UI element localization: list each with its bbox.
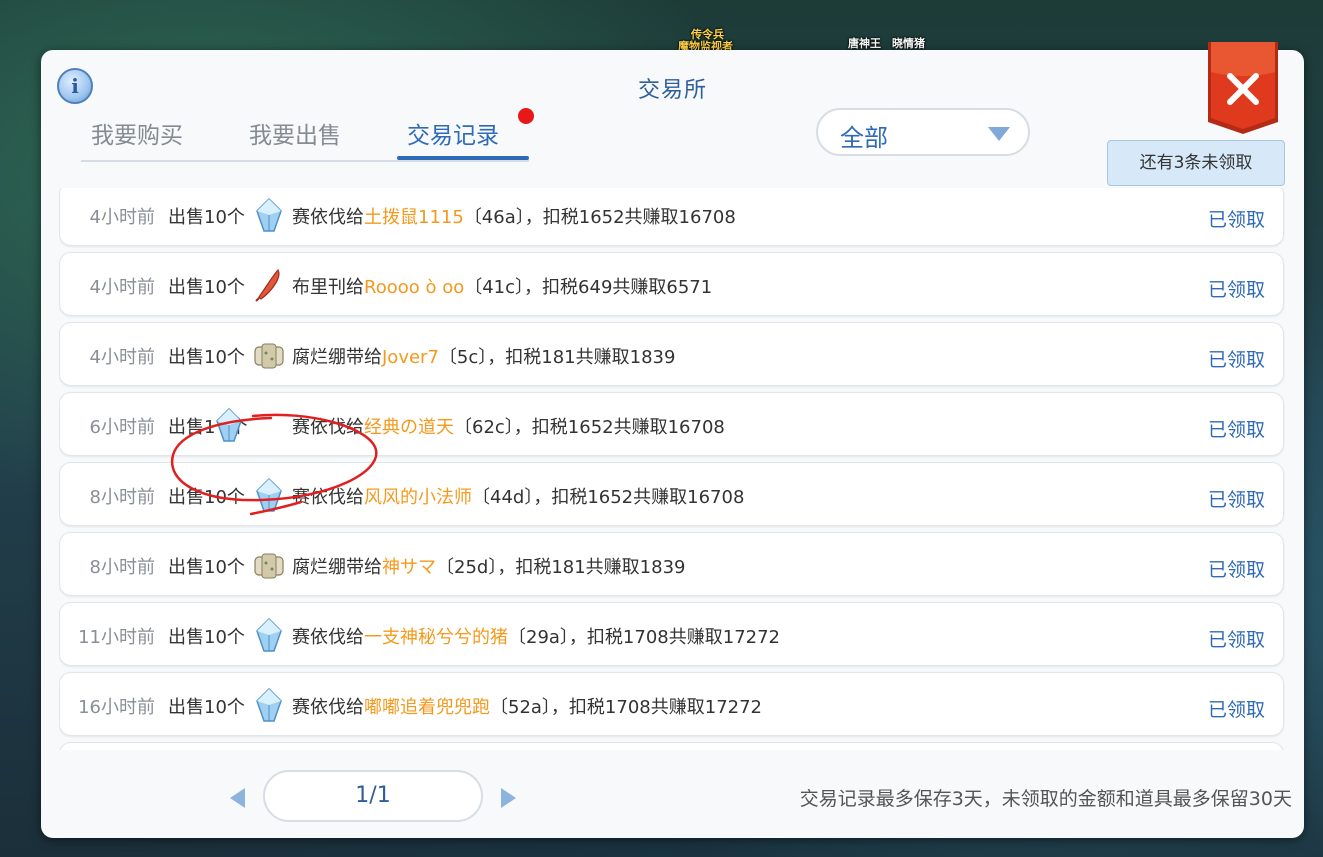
claimed-status: 已领取 [1207,559,1265,581]
tab-buy[interactable]: 我要购买 [91,116,183,150]
record-description: 腐烂绷带给神サマ〔25d〕，扣税181共赚取1839 [292,553,686,579]
claimed-status: 已领取 [1207,279,1265,301]
record-detail: 〔25d〕，扣税181共赚取1839 [436,557,686,578]
claimed-status: 已领取 [1207,699,1265,721]
trade-record-row: 4小时前 出售10个 腐烂绷带给Jover7〔5c〕，扣税181共赚取1839 … [59,322,1284,386]
record-detail: 〔29a〕，扣税1708共赚取17272 [508,627,781,648]
record-action: 出售10个 [168,557,245,578]
pagination: 1/1 交易记录最多保存3天，未领取的金额和道具最多保留30天 [41,756,1304,826]
trade-record-row: 8小时前 出售10个 腐烂绷带给神サマ〔25d〕，扣税181共赚取1839 已领… [59,532,1284,596]
record-detail: 〔46a〕，扣税1652共赚取16708 [463,207,736,228]
record-description: 赛依伐给经典の道天〔62c〕，扣税1652共赚取16708 [292,413,725,439]
record-description: 赛依伐给一支神秘兮兮的猪〔29a〕，扣税1708共赚取17272 [292,623,780,649]
trade-record-row-partial [59,742,1284,750]
claimed-status: 已领取 [1207,629,1265,651]
record-time: 16小时前 [78,697,155,718]
active-tab-indicator [397,156,529,160]
record-action: 出售10个 [168,347,245,368]
record-action: 出售10个 [168,207,245,228]
item-name: 腐烂绷带给 [292,557,382,578]
crystal-gem-icon [216,407,242,442]
buyer-name: 嘟嘟追着兜兜跑 [364,697,490,718]
claimed-status: 已领取 [1207,349,1265,371]
trade-record-row: 4小时前 出售10个 赛依伐给土拨鼠1115〔46a〕，扣税1652共赚取167… [59,188,1284,246]
trade-record-list[interactable]: 4小时前 出售10个 赛依伐给土拨鼠1115〔46a〕，扣税1652共赚取167… [59,188,1286,750]
crystal-gem-icon [256,617,282,652]
record-description: 赛依伐给风风的小法师〔44d〕，扣税1652共赚取16708 [292,483,744,509]
record-action: 出售10个 [168,487,245,508]
tab-bar: 我要购买 我要出售 交易记录 [81,108,534,162]
record-time: 4小时前 [89,207,155,228]
claimed-status: 已领取 [1207,419,1265,441]
prev-page-icon[interactable] [230,788,245,808]
tab-trade-records[interactable]: 交易记录 [407,116,499,150]
item-name: 布里刊给 [292,277,364,298]
buyer-name: 经典の道天 [364,417,454,438]
exchange-dialog: i 交易所 我要购买 我要出售 交易记录 全部 还有3条未领取 4小时前 出售1… [41,42,1304,838]
filter-selected-label: 全部 [840,124,888,152]
trade-record-row: 6小时前 出售1个 赛依伐给经典の道天〔62c〕，扣税1652共赚取16708 … [59,392,1284,456]
item-name: 赛依伐给 [292,487,364,508]
record-time: 11小时前 [78,627,155,648]
record-time: 8小时前 [89,557,155,578]
record-time: 8小时前 [89,487,155,508]
page-indicator: 1/1 [263,770,483,822]
next-page-icon[interactable] [501,788,516,808]
record-description: 赛依伐给土拨鼠1115〔46a〕，扣税1652共赚取16708 [292,203,736,229]
item-name: 赛依伐给 [292,627,364,648]
red-feather-icon [255,268,280,302]
bandage-icon [254,553,284,579]
npc-label: 唐神王 [848,37,881,50]
record-detail: 〔5c〕，扣税181共赚取1839 [438,347,676,368]
crystal-gem-icon [256,197,282,232]
crystal-gem-icon [256,687,282,722]
record-detail: 〔62c〕，扣税1652共赚取16708 [454,417,725,438]
buyer-name: Roooo ò oo [364,277,465,298]
buyer-name: 风风的小法师 [364,487,472,508]
bandage-icon [254,343,284,369]
unclaimed-count-badge[interactable]: 还有3条未领取 [1107,140,1285,186]
record-description: 腐烂绷带给Jover7〔5c〕，扣税181共赚取1839 [292,343,675,369]
notification-dot [518,108,534,124]
tab-sell[interactable]: 我要出售 [249,116,341,150]
buyer-name: 神サマ [382,557,436,578]
buyer-name: Jover7 [382,347,439,368]
dialog-title: 交易所 [637,78,707,103]
record-detail: 〔52a〕，扣税1708共赚取17272 [490,697,763,718]
npc-label: 晓情猪 [892,37,925,50]
record-action: 出售10个 [168,627,245,648]
claimed-status: 已领取 [1207,209,1265,231]
crystal-gem-icon [256,477,282,512]
buyer-name: 土拨鼠1115 [364,207,464,228]
retention-note: 交易记录最多保存3天，未领取的金额和道具最多保留30天 [799,788,1292,810]
record-time: 6小时前 [89,417,155,438]
filter-dropdown[interactable]: 全部 [816,108,1030,156]
item-name: 赛依伐给 [292,417,364,438]
record-action: 出售10个 [168,277,245,298]
record-time: 4小时前 [89,347,155,368]
record-description: 布里刊给Roooo ò oo〔41c〕，扣税649共赚取6571 [292,273,712,299]
record-description: 赛依伐给嘟嘟追着兜兜跑〔52a〕，扣税1708共赚取17272 [292,693,762,719]
trade-record-row: 16小时前 出售10个 赛依伐给嘟嘟追着兜兜跑〔52a〕，扣税1708共赚取17… [59,672,1284,736]
claimed-status: 已领取 [1207,489,1265,511]
item-name: 赛依伐给 [292,207,364,228]
trade-record-row: 11小时前 出售10个 赛依伐给一支神秘兮兮的猪〔29a〕，扣税1708共赚取1… [59,602,1284,666]
trade-record-row: 4小时前 出售10个 布里刊给Roooo ò oo〔41c〕，扣税649共赚取6… [59,252,1284,316]
record-detail: 〔41c〕，扣税649共赚取6571 [464,277,713,298]
record-detail: 〔44d〕，扣税1652共赚取16708 [472,487,745,508]
record-time: 4小时前 [89,277,155,298]
item-name: 腐烂绷带给 [292,347,382,368]
buyer-name: 一支神秘兮兮的猪 [364,627,508,648]
chevron-down-icon [988,127,1010,141]
item-name: 赛依伐给 [292,697,364,718]
close-button[interactable] [1204,42,1282,134]
trade-record-row: 8小时前 出售10个 赛依伐给风风的小法师〔44d〕，扣税1652共赚取1670… [59,462,1284,526]
record-action: 出售10个 [168,697,245,718]
